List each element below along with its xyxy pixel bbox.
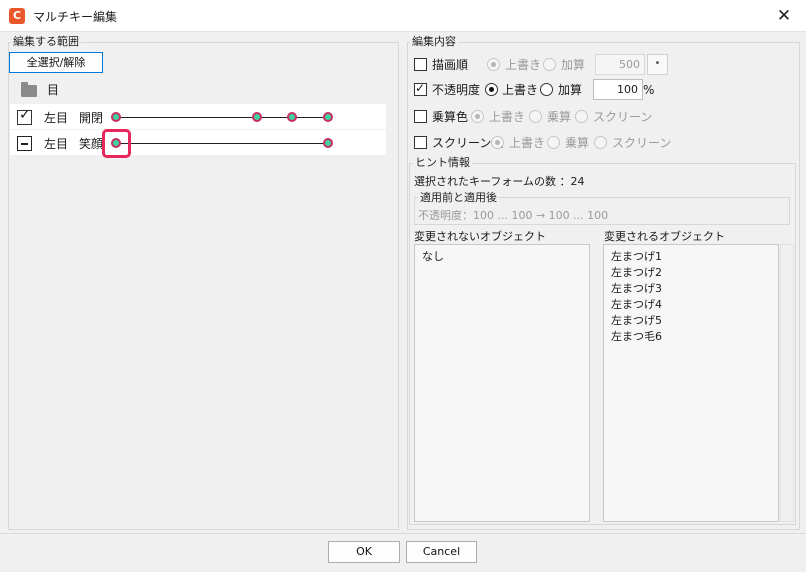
- keyform-count-text: 選択されたキーフォームの数 ：24: [414, 175, 585, 188]
- multiply-screen-label: スクリーン: [593, 110, 653, 124]
- list-item[interactable]: 左まつげ3: [611, 281, 662, 297]
- folder-icon: [21, 82, 37, 97]
- close-icon[interactable]: ✕: [772, 4, 796, 28]
- check-icon: ✓: [19, 107, 31, 123]
- row-1-checkbox[interactable]: ✓: [17, 107, 32, 125]
- unchanged-objects-list[interactable]: なし: [414, 244, 590, 522]
- list-item[interactable]: 左まつげ4: [611, 297, 662, 313]
- title-bar: [0, 0, 806, 32]
- draw-order-input[interactable]: 500: [595, 54, 645, 75]
- keyform-dot[interactable]: [323, 138, 333, 148]
- draw-order-add-label: 加算: [561, 58, 586, 72]
- screen-overwrite-radio[interactable]: [491, 136, 504, 149]
- draw-order-overwrite-label: 上書き: [505, 58, 542, 72]
- row-2-track: [116, 143, 328, 144]
- keyform-dot[interactable]: [287, 112, 297, 122]
- before-after-text: 不透明度：100 ... 100 → 100 ... 100: [418, 209, 609, 222]
- list-item[interactable]: 左まつげ1: [611, 249, 662, 265]
- opacity-add-label: 加算: [558, 83, 583, 97]
- multiply-multiply-radio[interactable]: [529, 110, 542, 123]
- opacity-checkbox[interactable]: ✓: [414, 81, 427, 96]
- folder-label: 目: [47, 83, 60, 97]
- opacity-add-radio[interactable]: [540, 83, 553, 96]
- changed-list-scrollbar[interactable]: [780, 244, 794, 522]
- multiply-overwrite-radio[interactable]: [471, 110, 484, 123]
- opacity-unit: %: [643, 83, 655, 97]
- before-after-label: 適用前と適用後: [418, 191, 499, 204]
- multiply-overwrite-label: 上書き: [489, 110, 526, 124]
- list-item[interactable]: 左まつげ5: [611, 313, 662, 329]
- keyform-dot[interactable]: [323, 112, 333, 122]
- draw-order-label: 描画順: [432, 58, 469, 72]
- opacity-input[interactable]: 100: [593, 79, 643, 100]
- screen-screen-label: スクリーン: [612, 136, 672, 150]
- keyform-dot[interactable]: [111, 138, 121, 148]
- row-1-param: 開閉: [79, 111, 104, 125]
- app-logo-icon: C: [9, 8, 25, 24]
- screen-screen-radio[interactable]: [594, 136, 607, 149]
- list-item[interactable]: 左まつげ2: [611, 265, 662, 281]
- draw-order-overwrite-radio[interactable]: [487, 58, 500, 71]
- draw-order-add-radio[interactable]: [543, 58, 556, 71]
- changed-objects-header: 変更されるオブジェクト: [604, 230, 725, 243]
- row-1-group: 左目: [44, 111, 69, 125]
- screen-color-checkbox[interactable]: [414, 136, 427, 149]
- row-2-indeterminate-checkbox[interactable]: [17, 136, 32, 151]
- multiply-screen-radio[interactable]: [575, 110, 588, 123]
- window-title: マルチキー編集: [33, 10, 118, 24]
- opacity-label: 不透明度: [432, 83, 481, 97]
- multiply-color-checkbox[interactable]: [414, 110, 427, 123]
- list-item[interactable]: 左まつ毛6: [611, 329, 662, 345]
- cancel-button[interactable]: Cancel: [406, 541, 477, 563]
- unchanged-objects-header: 変更されないオブジェクト: [414, 230, 546, 243]
- check-icon: ✓: [415, 81, 426, 95]
- draw-order-checkbox[interactable]: [414, 58, 427, 71]
- hint-label: ヒント情報: [413, 156, 472, 169]
- multiply-multiply-label: 乗算: [547, 110, 572, 124]
- screen-multiply-label: 乗算: [565, 136, 590, 150]
- row-2-group: 左目: [44, 137, 69, 151]
- opacity-overwrite-radio[interactable]: [485, 83, 498, 96]
- changed-objects-list[interactable]: 左まつげ1 左まつげ2 左まつげ3 左まつげ4 左まつげ5 左まつ毛6: [603, 244, 779, 522]
- ok-button[interactable]: OK: [328, 541, 400, 563]
- edit-range-label: 編集する範囲: [11, 35, 81, 48]
- dialog-footer: [0, 533, 806, 572]
- screen-multiply-radio[interactable]: [547, 136, 560, 149]
- multiply-color-label: 乗算色: [432, 110, 469, 124]
- keyform-dot[interactable]: [111, 112, 121, 122]
- edit-content-label: 編集内容: [410, 35, 458, 48]
- keyform-dot[interactable]: [252, 112, 262, 122]
- draw-order-picker-button[interactable]: •: [647, 54, 668, 75]
- row-2-param: 笑顔: [79, 137, 104, 151]
- list-item[interactable]: なし: [422, 249, 444, 265]
- opacity-overwrite-label: 上書き: [502, 83, 539, 97]
- select-all-button[interactable]: 全選択/解除: [9, 52, 103, 73]
- screen-overwrite-label: 上書き: [509, 136, 546, 150]
